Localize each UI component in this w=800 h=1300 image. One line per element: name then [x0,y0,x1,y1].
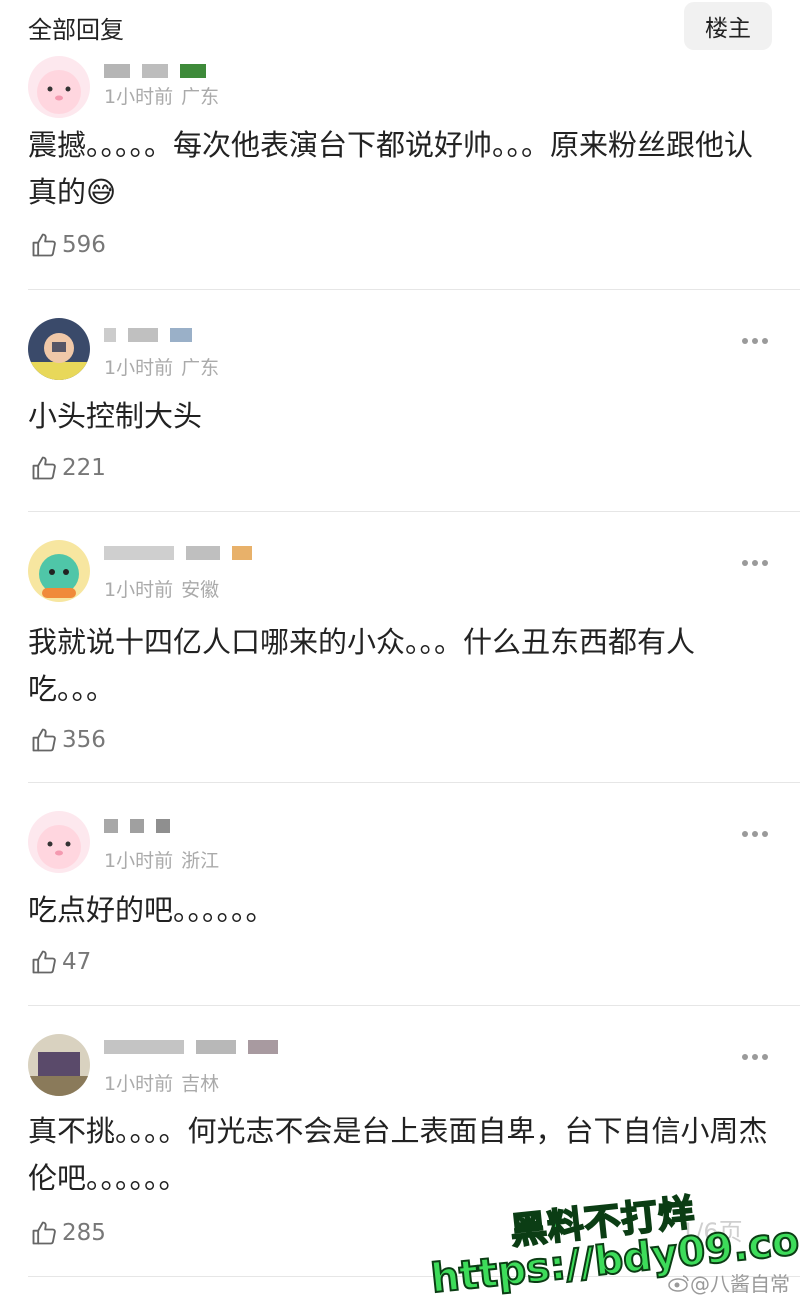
divider [28,782,800,783]
comment-location: 安徽 [181,579,220,601]
comment-time: 1小时前 [104,357,174,379]
comment-meta: 1小时前 浙江 [104,846,219,873]
blurred-username [104,64,218,78]
like-button[interactable]: 356 [30,725,106,755]
comment-text: 真不挑。。。。何光志不会是台上表面自卑，台下自信小周杰伦吧。。。。。。 [28,1114,768,1195]
more-dots-icon[interactable] [742,1045,772,1060]
comment-time: 1小时前 [104,579,174,601]
comment-meta: 1小时前 广东 [104,82,219,109]
avatar[interactable] [28,56,90,118]
like-count: 221 [62,455,106,481]
comment-time: 1小时前 [104,86,174,108]
comment-meta: 1小时前 吉林 [104,1069,219,1096]
source-handle: @八酱自常 [690,1272,790,1296]
like-button[interactable]: 596 [30,230,106,260]
avatar[interactable] [28,540,90,602]
comment-location: 广东 [181,86,220,108]
comment-time: 1小时前 [104,1073,174,1095]
weibo-icon [668,1274,689,1292]
comment-location: 浙江 [181,850,220,872]
thumbs-up-icon [32,456,56,480]
comment-location: 吉林 [181,1073,220,1095]
reply-header: 全部回复 楼主 [0,0,800,60]
like-count: 285 [62,1220,106,1246]
avatar[interactable] [28,811,90,873]
divider [28,1005,800,1006]
like-button[interactable]: 221 [30,453,106,483]
avatar[interactable] [28,318,90,380]
more-dots-icon[interactable] [742,329,772,344]
like-button[interactable]: 285 [30,1218,106,1248]
thumbs-up-icon [32,1221,56,1245]
comment-text: 震撼。。。。。每次他表演台下都说好帅。。。原来粉丝跟他认真的😅 [28,128,754,209]
blurred-username [104,1040,290,1054]
comment-text: 小头控制大头 [28,399,203,433]
blurred-username [104,819,182,833]
divider [28,511,800,512]
like-count: 356 [62,727,106,753]
page-indicator: 1/6页 [680,1218,743,1246]
comment-location: 广东 [181,357,220,379]
thumbs-up-icon [32,233,56,257]
comment-meta: 1小时前 广东 [104,353,219,380]
blurred-username [104,546,264,560]
like-count: 47 [62,949,92,975]
thumbs-up-icon [32,728,56,752]
all-replies-title: 全部回复 [28,16,124,44]
owner-only-button[interactable]: 楼主 [684,2,772,50]
comment-text: 吃点好的吧。。。。。。 [28,893,275,927]
more-dots-icon[interactable] [742,822,772,837]
comment-text: 我就说十四亿人口哪来的小众。。。什么丑东西都有人吃。。。 [28,625,696,706]
source-watermark: @八酱自常 [668,1268,790,1297]
avatar[interactable] [28,1034,90,1096]
like-count: 596 [62,232,106,258]
comment-meta: 1小时前 安徽 [104,575,219,602]
comment-time: 1小时前 [104,850,174,872]
divider [28,289,800,290]
like-button[interactable]: 47 [30,947,91,977]
more-dots-icon[interactable] [742,551,772,566]
thumbs-up-icon [32,950,56,974]
blurred-username [104,328,204,342]
